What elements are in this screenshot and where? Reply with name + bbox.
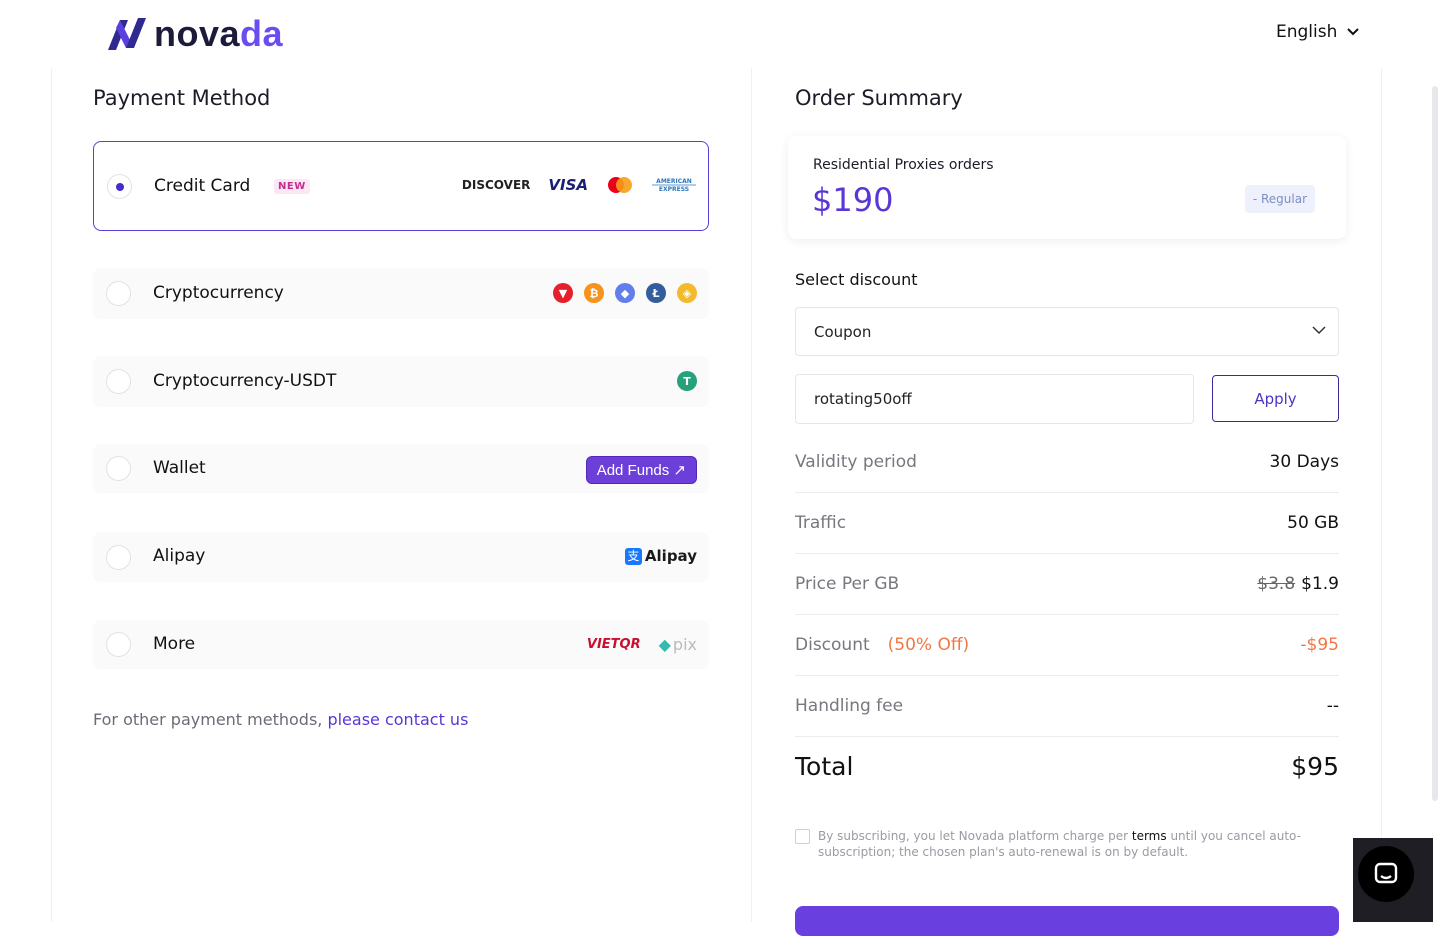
chat-widget (1353, 838, 1433, 922)
chat-launcher-button[interactable] (1358, 846, 1414, 902)
radio-cryptocurrency[interactable] (106, 281, 131, 306)
card-brand-logos: DISCOVER VISA AMERICAN EXPRESS (462, 176, 696, 194)
handling-fee-label: Handling fee (795, 696, 904, 716)
radio-credit-card[interactable] (107, 174, 132, 199)
payment-option-usdt[interactable]: Cryptocurrency-USDT T (93, 356, 709, 407)
auto-renew-consent: By subscribing, you let Novada platform … (795, 828, 1315, 860)
alipay-wordmark: Alipay (644, 547, 697, 565)
litecoin-icon: Ł (646, 283, 666, 303)
discount-percent: (50% Off) (887, 635, 970, 655)
top-bar: novada English (0, 0, 1438, 68)
usdt-icons: T (677, 371, 697, 391)
tether-icon: T (677, 371, 697, 391)
radio-usdt[interactable] (106, 369, 131, 394)
language-label: English (1276, 22, 1338, 42)
wallet-label: Wallet (153, 458, 206, 478)
chevron-down-icon (1347, 28, 1360, 36)
discount-row: Discount (50% Off) -$95 (795, 615, 1339, 676)
svg-text:AMERICAN: AMERICAN (656, 178, 692, 185)
pay-button[interactable] (795, 906, 1339, 936)
other-payment-note: For other payment methods, please contac… (93, 710, 469, 729)
discount-value: -$95 (1300, 635, 1339, 655)
order-price: $190 (812, 181, 894, 219)
validity-label: Validity period (795, 452, 917, 472)
bitcoin-icon: ₿ (584, 283, 604, 303)
original-price: $3.8 (1257, 574, 1296, 594)
discounted-price: $1.9 (1301, 574, 1339, 594)
visa-icon: VISA (548, 176, 588, 194)
price-per-gb-label: Price Per GB (795, 574, 900, 594)
alipay-logo: 支 Alipay (624, 547, 697, 565)
consent-checkbox[interactable] (795, 829, 810, 844)
discount-label: Discount (50% Off) (795, 635, 970, 655)
apply-coupon-button[interactable]: Apply (1212, 375, 1339, 422)
select-discount-label: Select discount (795, 270, 918, 289)
right-border (1381, 68, 1382, 922)
price-per-gb-row: Price Per GB $3.8 $1.9 (795, 554, 1339, 615)
validity-row: Validity period 30 Days (795, 432, 1339, 493)
cryptocurrency-label: Cryptocurrency (153, 283, 284, 303)
mastercard-icon (608, 177, 632, 193)
product-name: Residential Proxies orders (813, 157, 994, 173)
language-selector[interactable]: English (1276, 22, 1360, 42)
validity-value: 30 Days (1269, 452, 1339, 472)
traffic-label: Traffic (795, 513, 847, 533)
discover-icon: DISCOVER (461, 178, 531, 192)
more-label: More (153, 634, 196, 654)
new-badge: NEW (274, 179, 310, 194)
traffic-row: Traffic 50 GB (795, 493, 1339, 554)
traffic-value: 50 GB (1287, 513, 1339, 533)
bnb-icon: ◈ (677, 283, 697, 303)
handling-fee-row: Handling fee -- (795, 676, 1339, 737)
radio-more[interactable] (106, 632, 131, 657)
payment-method-title: Payment Method (93, 86, 271, 110)
payment-option-credit-card[interactable]: Credit Card NEW DISCOVER VISA AMERICAN EX… (93, 141, 709, 231)
payment-option-more[interactable]: More VIETQR ◆ pix (93, 620, 709, 669)
total-value: $95 (1291, 752, 1339, 781)
handling-fee-value: -- (1326, 696, 1339, 716)
discount-type-value: Coupon (814, 322, 872, 341)
radio-alipay[interactable] (106, 545, 131, 570)
discount-type-select[interactable]: Coupon (795, 307, 1339, 356)
crypto-coin-icons: ▼ ₿ ◆ Ł ◈ (553, 283, 697, 303)
alipay-icon: 支 (624, 547, 642, 565)
logo-mark-icon (108, 18, 146, 50)
chat-icon (1374, 862, 1398, 884)
pix-icon: ◆ pix (658, 635, 697, 654)
alipay-label: Alipay (153, 546, 206, 566)
payment-option-cryptocurrency[interactable]: Cryptocurrency ▼ ₿ ◆ Ł ◈ (93, 268, 709, 319)
price-per-gb-value: $3.8 $1.9 (1257, 574, 1339, 594)
consent-text: By subscribing, you let Novada platform … (818, 829, 1301, 859)
radio-wallet[interactable] (106, 456, 131, 481)
logo-wordmark: novada (154, 13, 284, 54)
payment-option-wallet[interactable]: Wallet Add Funds ↗ (93, 444, 709, 493)
ethereum-icon: ◆ (615, 283, 635, 303)
contact-us-link[interactable]: please contact us (327, 710, 468, 729)
novada-logo[interactable]: novada (106, 14, 283, 54)
order-card: Residential Proxies orders $190 - Regula… (788, 136, 1346, 239)
tron-icon: ▼ (553, 283, 573, 303)
order-summary-title: Order Summary (795, 86, 963, 110)
payment-option-alipay[interactable]: Alipay 支 Alipay (93, 532, 709, 582)
add-funds-button[interactable]: Add Funds ↗ (585, 456, 697, 484)
coupon-code-input[interactable] (795, 374, 1194, 424)
column-divider (751, 68, 752, 922)
amex-icon: AMERICANEXPRESS (652, 176, 696, 194)
svg-text:EXPRESS: EXPRESS (659, 186, 689, 193)
terms-link[interactable]: terms (1132, 829, 1167, 843)
left-border (51, 68, 52, 922)
more-brand-logos: VIETQR ◆ pix (587, 635, 697, 654)
total-label: Total (795, 752, 854, 781)
usdt-label: Cryptocurrency-USDT (153, 371, 337, 391)
chevron-down-icon (1312, 326, 1326, 335)
credit-card-label: Credit Card (154, 176, 251, 196)
scrollbar[interactable] (1432, 86, 1438, 801)
vietqr-icon: VIETQR (586, 637, 641, 652)
plan-tag: - Regular (1244, 185, 1315, 213)
